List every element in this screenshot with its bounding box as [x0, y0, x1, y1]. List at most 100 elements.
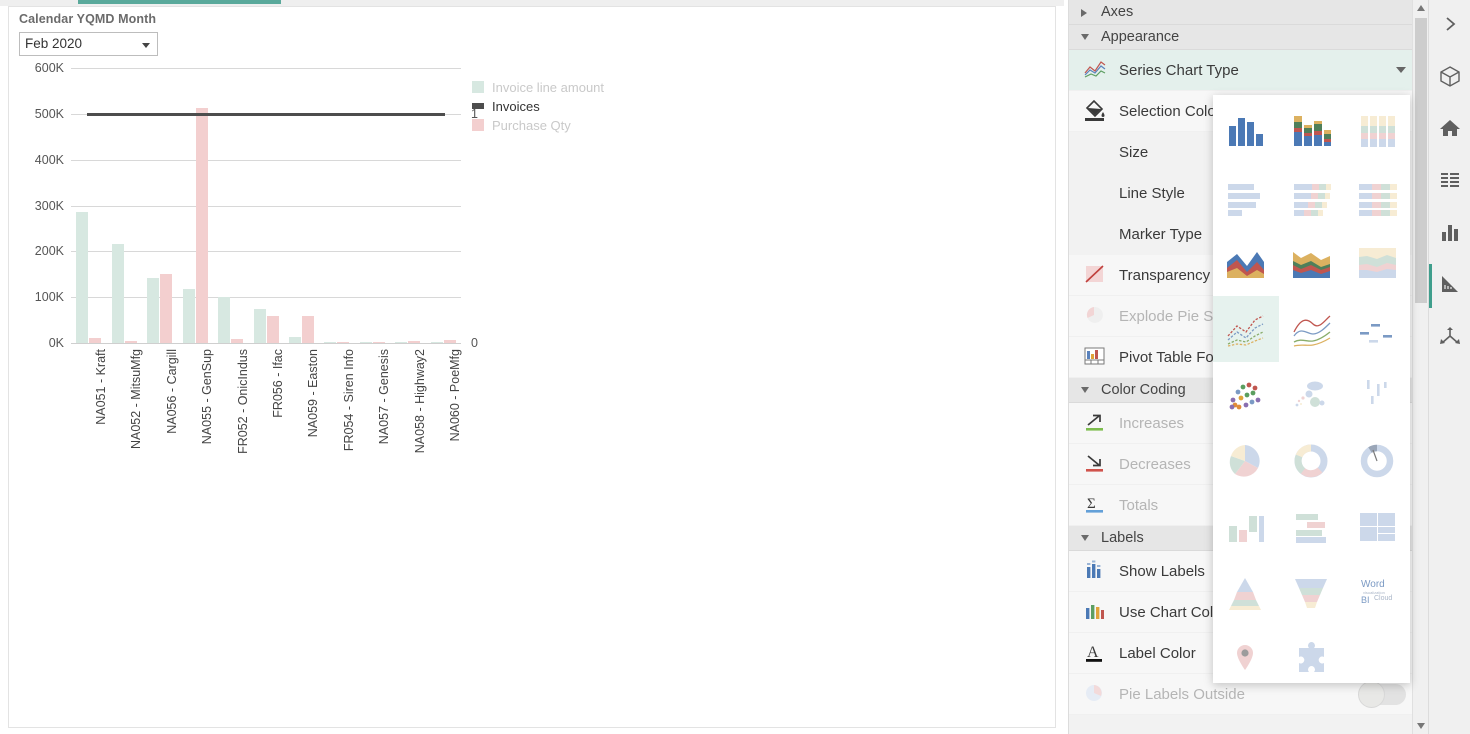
area-chart-icon [1223, 242, 1268, 284]
chart-type-option-100-percent-stacked-bar-chart[interactable] [1344, 164, 1410, 230]
bar-purchase-qty[interactable] [337, 341, 350, 343]
gridline [71, 297, 461, 299]
section-header-appearance[interactable]: Appearance [1069, 25, 1428, 50]
home-icon [1439, 117, 1461, 144]
bar-invoice-line-amount[interactable] [395, 341, 408, 343]
chart-type-option-pyramid-chart[interactable] [1213, 560, 1279, 626]
chart-type-option-smooth-line-chart[interactable] [1279, 296, 1345, 362]
bar-invoice-line-amount[interactable] [76, 211, 89, 343]
chart-type-option-donut-chart[interactable] [1279, 428, 1345, 494]
settings-scrollbar[interactable] [1412, 0, 1428, 734]
section-header-axes[interactable]: Axes [1069, 0, 1428, 25]
y-axis-tick: 0K [48, 336, 64, 350]
rail-item-design[interactable] [1429, 260, 1470, 312]
chart-type-option-step-line-chart[interactable] [1344, 296, 1410, 362]
chevron-down-icon[interactable] [1396, 67, 1406, 73]
option-label: Size [1119, 144, 1149, 161]
chart-type-option-100-percent-stacked-column-chart[interactable] [1344, 98, 1410, 164]
chart-type-option-column-chart[interactable] [1213, 98, 1279, 164]
bar-purchase-qty[interactable] [301, 315, 314, 343]
chart-colors-icon [1083, 600, 1111, 624]
chart-type-option-funnel-chart[interactable] [1279, 560, 1345, 626]
puzzle-piece-icon [1289, 638, 1334, 680]
line-chart-icon [1223, 308, 1268, 350]
option-label: Show Labels [1119, 562, 1205, 580]
svg-text:Σ: Σ [1087, 496, 1096, 512]
y-axis-tick: 500K [34, 106, 64, 121]
chart-type-option-bar-chart[interactable] [1213, 164, 1279, 230]
secondary-axis-tick: 0 [471, 336, 478, 350]
gridline [71, 343, 461, 344]
bar-purchase-qty[interactable] [372, 341, 385, 343]
bar-purchase-qty[interactable] [231, 338, 244, 343]
bar-invoice-line-amount[interactable] [288, 336, 301, 343]
rail-item-home[interactable] [1429, 104, 1470, 156]
chart-type-option-100-percent-stacked-area-chart[interactable] [1344, 230, 1410, 296]
chart-type-option-treemap-chart[interactable] [1344, 494, 1410, 560]
bar-purchase-qty[interactable] [443, 340, 456, 343]
bar-purchase-qty[interactable] [408, 341, 421, 343]
chart-type-option-scatter-chart[interactable] [1213, 362, 1279, 428]
bar-invoice-line-amount[interactable] [182, 289, 195, 343]
rail-item-data-table[interactable] [1429, 156, 1470, 208]
series-line-invoices[interactable] [86, 112, 446, 116]
scroll-up-button[interactable] [1413, 0, 1428, 16]
option-row-series-chart-type[interactable]: Series Chart Type [1069, 50, 1428, 91]
legend-item[interactable]: Invoices [472, 97, 604, 115]
active-tab-indicator[interactable] [78, 0, 281, 4]
bar-invoice-line-amount[interactable] [430, 341, 443, 343]
scrollbar-thumb[interactable] [1415, 18, 1427, 303]
rail-item-chart[interactable] [1429, 208, 1470, 260]
treemap-chart-icon [1355, 506, 1400, 548]
rail-item-axes[interactable] [1429, 312, 1470, 364]
series-chart-type-flyout[interactable]: Word visualization BI Cloud [1213, 95, 1410, 683]
bar-purchase-qty[interactable] [266, 315, 279, 343]
chart-type-option-word-cloud[interactable]: Word visualization BI Cloud [1344, 560, 1410, 626]
legend-label: Invoices [492, 98, 540, 114]
scroll-down-button[interactable] [1413, 718, 1428, 734]
legend-item[interactable]: Purchase Qty [472, 116, 604, 134]
option-label: Explode Pie Se [1119, 307, 1222, 325]
option-label: Series Chart Type [1119, 61, 1239, 79]
chart-type-option-stacked-area-chart[interactable] [1279, 230, 1345, 296]
legend-label: Invoice line amount [492, 79, 605, 95]
chart-type-option-stacked-bar-chart[interactable] [1279, 164, 1345, 230]
bar-invoice-line-amount[interactable] [359, 341, 372, 343]
legend-label: Purchase Qty [492, 117, 571, 133]
chart-type-option-tornado-chart[interactable] [1279, 494, 1345, 560]
bar-invoice-line-amount[interactable] [324, 341, 337, 343]
axes-node-icon [1439, 325, 1461, 352]
chart-type-option-area-chart[interactable] [1213, 230, 1279, 296]
chart-type-option-waterfall-chart[interactable] [1213, 494, 1279, 560]
chart-type-option-line-chart[interactable] [1213, 296, 1279, 362]
bar-invoice-line-amount[interactable] [147, 277, 160, 343]
no-icon [1083, 223, 1111, 247]
chart-type-option-pie-chart[interactable] [1213, 428, 1279, 494]
bar-invoice-line-amount[interactable] [218, 296, 231, 343]
section-title: Axes [1101, 4, 1134, 20]
bar-purchase-qty[interactable] [89, 337, 102, 343]
bar-invoice-line-amount[interactable] [111, 243, 124, 343]
legend-item[interactable]: Invoice line amount [472, 78, 604, 96]
chart-type-option-bubble-chart[interactable] [1279, 362, 1345, 428]
option-label: Increases [1119, 414, 1185, 432]
chart-type-option-stacked-column-chart[interactable] [1279, 98, 1345, 164]
chart-type-option-gauge-chart[interactable] [1344, 428, 1410, 494]
x-axis-label: NA052 - MitsuMfg [129, 349, 144, 450]
chevron-right-icon [1440, 14, 1460, 39]
bar-invoice-line-amount[interactable] [253, 309, 266, 343]
bar-purchase-qty[interactable] [195, 107, 208, 343]
rail-item-objects[interactable] [1429, 52, 1470, 104]
bar-purchase-qty[interactable] [160, 273, 173, 343]
smooth-line-chart-icon [1289, 308, 1334, 350]
option-label: Pivot Table For [1119, 348, 1219, 366]
transparency-icon [1083, 263, 1111, 287]
chart-type-option-map-chart[interactable] [1213, 626, 1279, 692]
bar-purchase-qty[interactable] [124, 341, 137, 343]
triangle-down-icon [1081, 535, 1089, 541]
x-axis-label: NA056 - Cargill [164, 349, 179, 434]
chart-type-option-box-plot[interactable] [1344, 362, 1410, 428]
calendar-month-select[interactable]: Feb 2020 [19, 32, 158, 56]
chart-type-option-custom-chart[interactable] [1279, 626, 1345, 692]
rail-item-expand-panel[interactable] [1429, 0, 1470, 52]
